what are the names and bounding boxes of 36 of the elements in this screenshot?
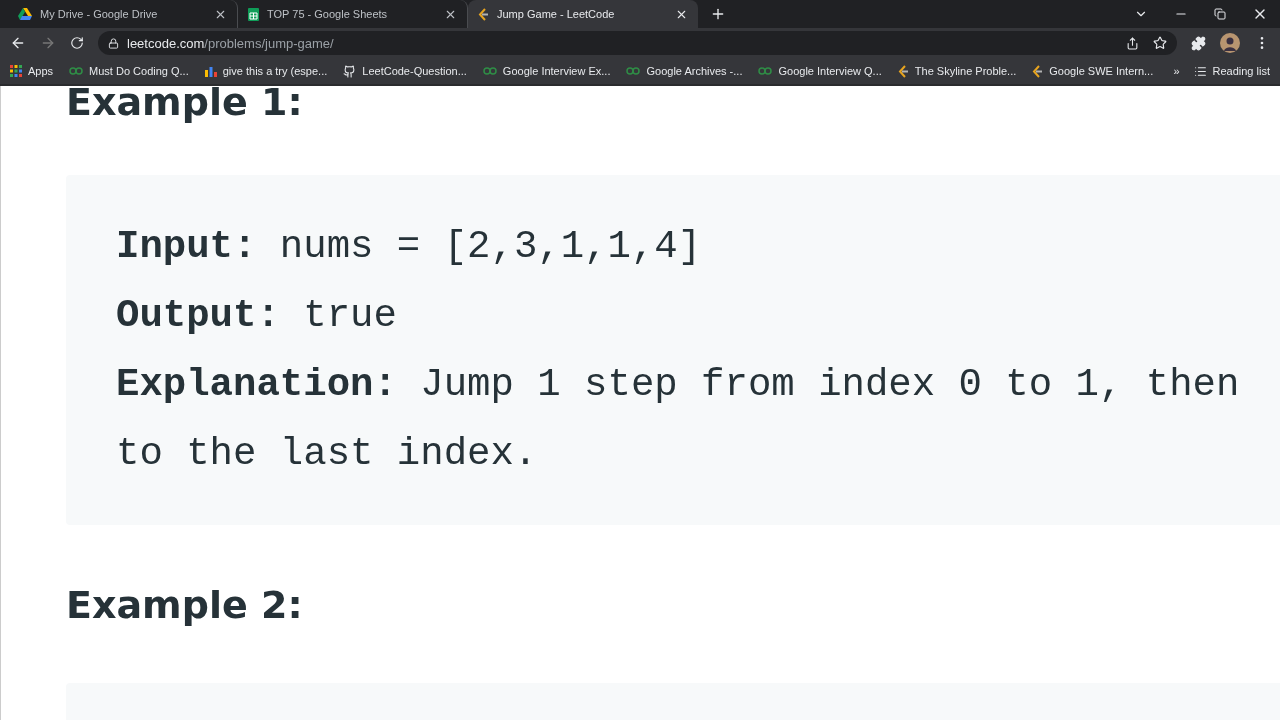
reading-list-icon bbox=[1193, 64, 1207, 78]
code-line: Input: nums = [2,3,1,1,4] bbox=[116, 224, 703, 271]
url-host: leetcode.com bbox=[127, 35, 205, 51]
sheets-icon bbox=[248, 7, 259, 21]
apps-icon bbox=[10, 65, 22, 77]
bookmark[interactable]: The Skyline Proble... bbox=[897, 64, 1017, 78]
example-heading: Example 1: bbox=[66, 86, 304, 126]
new-tab-icon[interactable] bbox=[710, 6, 726, 22]
bookmark[interactable]: LeetCode-Question... bbox=[343, 64, 467, 78]
lock-icon bbox=[108, 37, 119, 49]
code-line: Output: true bbox=[116, 293, 398, 340]
bar-chart-icon bbox=[204, 65, 217, 77]
address-bar[interactable]: leetcode.com/problems/jump-game/ bbox=[98, 31, 1177, 55]
url-path: /problems/jump-game/ bbox=[204, 35, 334, 51]
reload-icon[interactable] bbox=[70, 36, 84, 50]
bookmark[interactable]: Must Do Coding Q... bbox=[69, 65, 189, 77]
restore-icon[interactable] bbox=[1214, 8, 1226, 20]
bookmark[interactable]: Google SWE Intern... bbox=[1032, 64, 1154, 78]
bookmark[interactable]: Google Archives -... bbox=[626, 65, 743, 77]
browser-tab[interactable]: Jump Game - LeetCode bbox=[468, 0, 698, 28]
avatar-icon[interactable] bbox=[1220, 33, 1240, 53]
bookmark[interactable]: give this a try (espe... bbox=[204, 65, 328, 77]
share-icon[interactable] bbox=[1126, 36, 1139, 50]
reading-list[interactable]: Reading list bbox=[1193, 64, 1270, 78]
drive-icon bbox=[18, 8, 32, 20]
bookmark[interactable]: Google Interview Ex... bbox=[482, 65, 611, 77]
star-icon[interactable] bbox=[1153, 36, 1167, 50]
forward-icon[interactable] bbox=[40, 35, 56, 51]
example-heading: Example 2: bbox=[66, 583, 304, 627]
code-line: Explanation: Jump 1 step from index 0 to 1, then to the last index. bbox=[116, 362, 1241, 478]
back-icon[interactable] bbox=[10, 35, 26, 51]
github-icon bbox=[343, 64, 357, 78]
more-bookmarks[interactable]: » bbox=[1173, 65, 1180, 77]
bookmark[interactable]: Apps bbox=[10, 65, 54, 77]
extensions-icon[interactable] bbox=[1191, 35, 1206, 51]
bookmark[interactable]: Google Interview Q... bbox=[758, 65, 882, 77]
